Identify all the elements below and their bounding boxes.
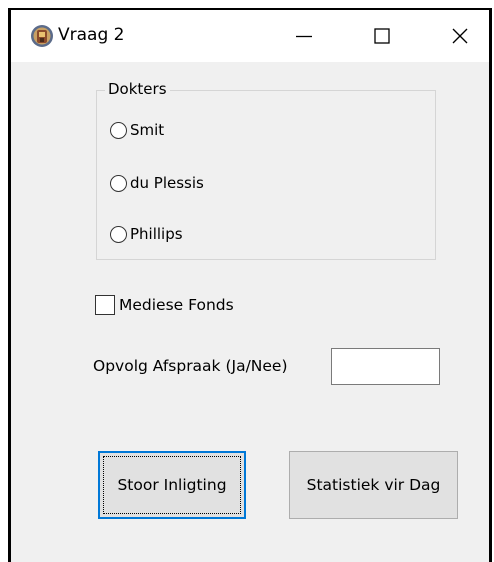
radio-phillips[interactable]: Phillips bbox=[110, 224, 183, 244]
radio-label-smit: Smit bbox=[130, 121, 165, 139]
minimize-button[interactable] bbox=[268, 10, 340, 62]
radio-button-circle[interactable] bbox=[110, 121, 127, 139]
radio-button-circle[interactable] bbox=[110, 225, 127, 243]
app-icon bbox=[31, 25, 53, 47]
app-window: Vraag 2 Dokters Smit du Plessis Phillips… bbox=[8, 8, 492, 562]
maximize-icon bbox=[374, 28, 390, 44]
close-icon bbox=[452, 28, 468, 44]
radio-button-circle[interactable] bbox=[110, 174, 127, 192]
title-bar[interactable]: Vraag 2 bbox=[11, 10, 489, 62]
store-info-label: Stoor Inligting bbox=[117, 476, 227, 494]
medical-aid-checkbox[interactable]: Mediese Fonds bbox=[95, 295, 234, 315]
minimize-icon bbox=[296, 35, 312, 38]
radio-label-du-plessis: du Plessis bbox=[130, 174, 204, 192]
radio-label-phillips: Phillips bbox=[130, 225, 183, 243]
day-statistics-button[interactable]: Statistiek vir Dag bbox=[289, 451, 458, 519]
followup-label: Opvolg Afspraak (Ja/Nee) bbox=[93, 357, 288, 375]
maximize-button[interactable] bbox=[346, 10, 418, 62]
radio-du-plessis[interactable]: du Plessis bbox=[110, 173, 204, 193]
window-title: Vraag 2 bbox=[58, 25, 125, 45]
close-button[interactable] bbox=[424, 10, 489, 62]
day-statistics-label: Statistiek vir Dag bbox=[306, 476, 441, 494]
radio-smit[interactable]: Smit bbox=[110, 120, 164, 140]
medical-aid-label: Mediese Fonds bbox=[119, 296, 234, 314]
store-info-button[interactable]: Stoor Inligting bbox=[98, 451, 246, 519]
doctors-group-legend: Dokters bbox=[105, 79, 170, 99]
followup-input[interactable] bbox=[331, 348, 440, 385]
checkbox-square[interactable] bbox=[95, 295, 115, 315]
